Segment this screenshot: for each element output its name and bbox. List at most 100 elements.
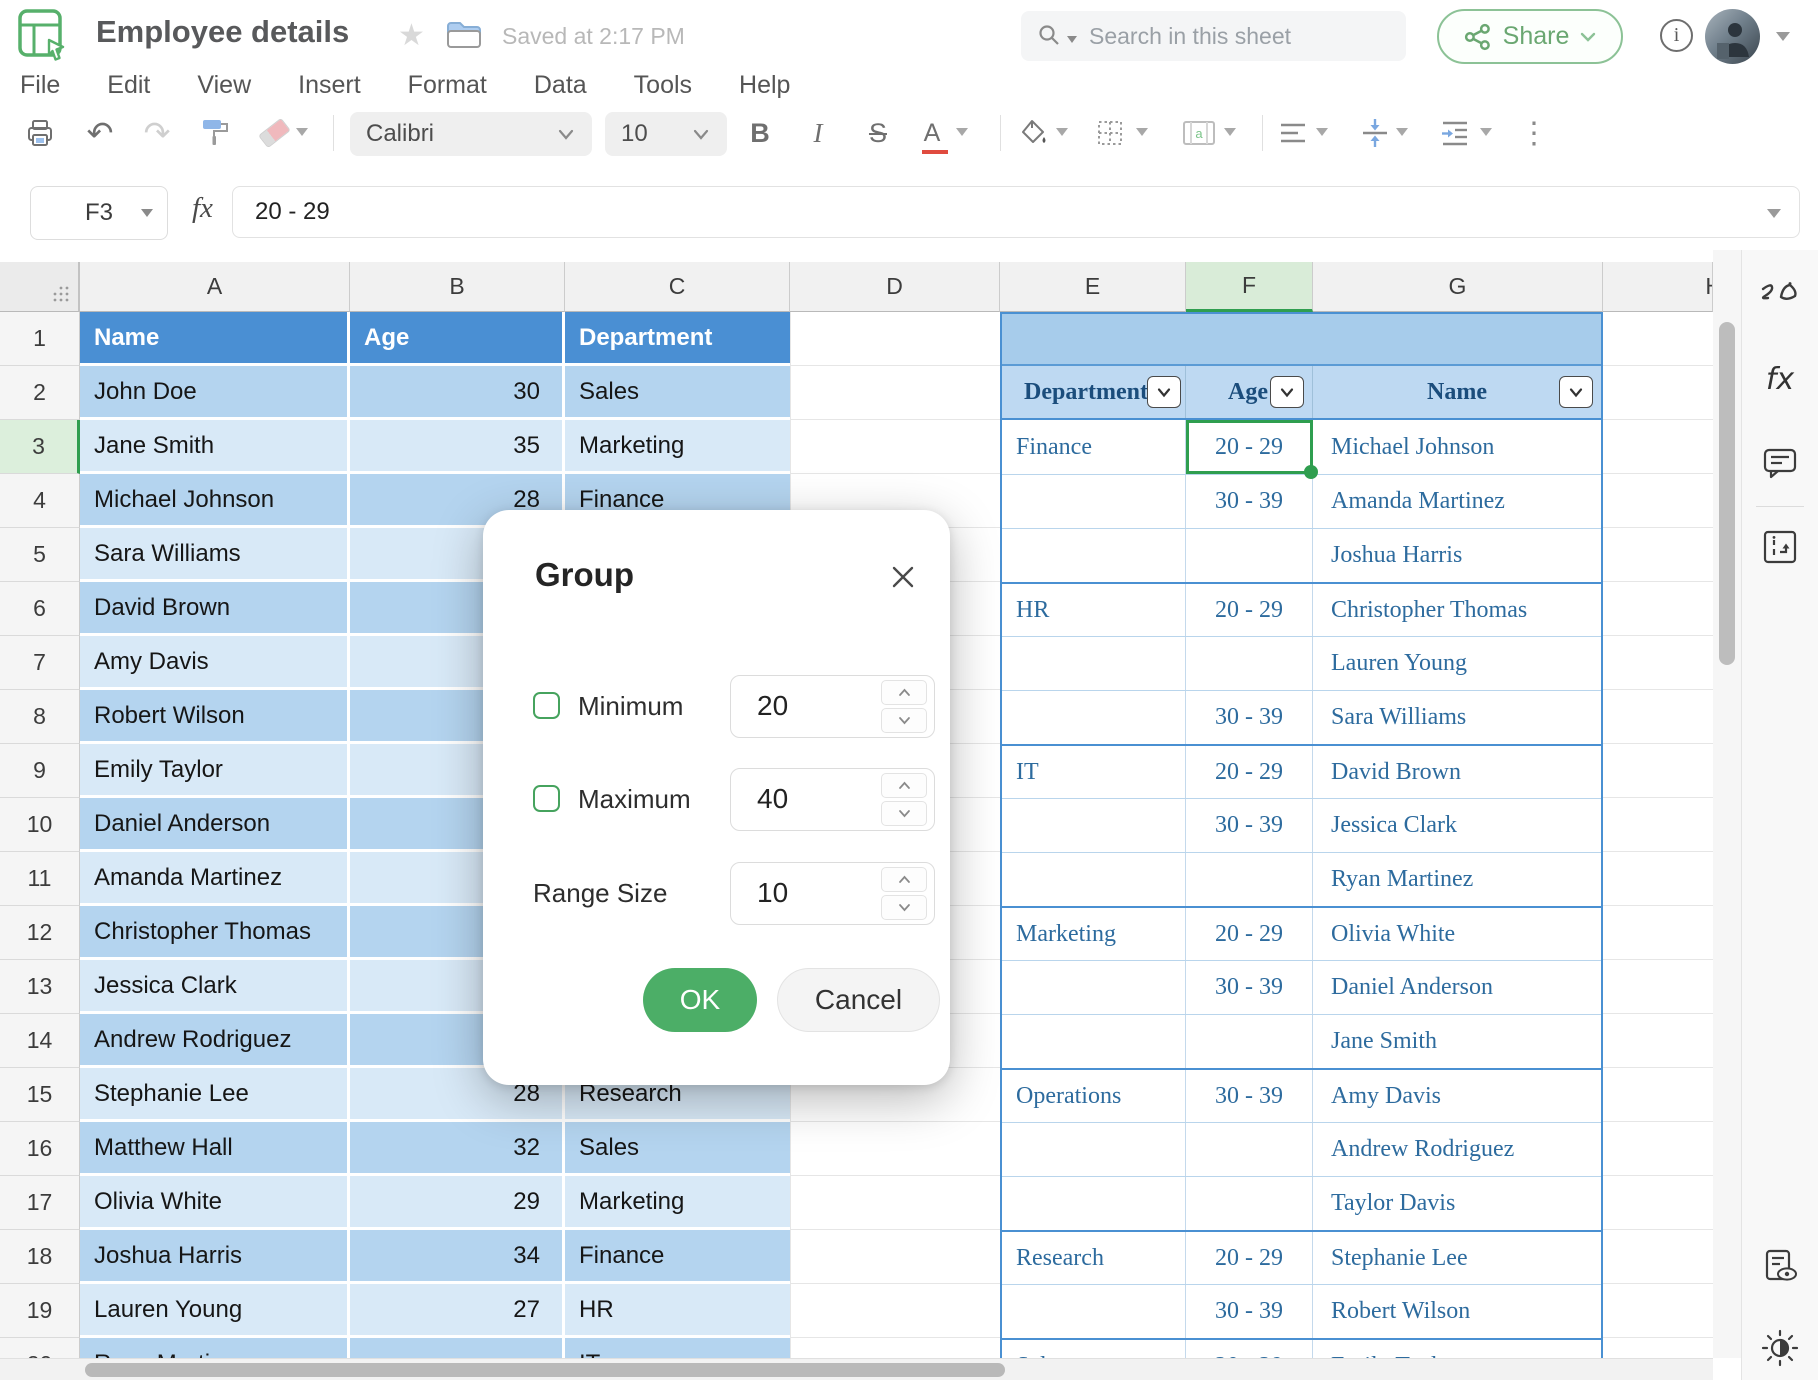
minimum-checkbox[interactable] — [533, 692, 560, 719]
column-header-d[interactable]: D — [790, 262, 1000, 312]
vertical-align-button[interactable] — [1357, 115, 1393, 151]
fill-handle[interactable] — [1304, 465, 1318, 479]
favorite-star-icon[interactable]: ★ — [398, 18, 425, 53]
formula-bar-collapse-icon[interactable] — [1767, 209, 1781, 218]
cell-e11[interactable] — [1002, 853, 1186, 906]
cell-a11[interactable]: Amanda Martinez — [80, 852, 350, 906]
row-header-8[interactable]: 8 — [0, 690, 80, 744]
horizontal-align-button[interactable] — [1275, 115, 1311, 151]
cell-a6[interactable]: David Brown — [80, 582, 350, 636]
account-caret-icon[interactable] — [1776, 32, 1790, 41]
pivot-header-age[interactable]: Age — [1186, 366, 1313, 418]
cell-g20[interactable]: Emily Taylor — [1313, 1340, 1601, 1359]
maximum-input[interactable]: 40 — [730, 768, 935, 831]
cell-e15[interactable]: Operations — [1002, 1070, 1186, 1122]
horizontal-scrollbar[interactable] — [0, 1358, 1713, 1380]
cell-g10[interactable]: Jessica Clark — [1313, 799, 1601, 852]
cell-c17[interactable]: Marketing — [565, 1176, 790, 1230]
vertical-scrollbar-thumb[interactable] — [1719, 322, 1735, 665]
cell-a2[interactable]: John Doe — [80, 366, 350, 420]
cell-e6[interactable]: HR — [1002, 584, 1186, 636]
row-header-11[interactable]: 11 — [0, 852, 80, 906]
comments-panel-button[interactable] — [1762, 446, 1798, 480]
merge-cells-caret-icon[interactable] — [1224, 128, 1236, 136]
borders-button[interactable] — [1092, 115, 1128, 151]
row-header-1[interactable]: 1 — [0, 312, 80, 366]
empty-column-h[interactable] — [1603, 312, 1713, 1358]
cell-a10[interactable]: Daniel Anderson — [80, 798, 350, 852]
user-avatar[interactable] — [1705, 9, 1760, 64]
text-color-button[interactable]: A — [914, 115, 950, 154]
select-all-corner[interactable] — [0, 262, 80, 312]
row-header-2[interactable]: 2 — [0, 366, 80, 420]
search-options-caret-icon[interactable] — [1067, 35, 1077, 43]
cell-g3[interactable]: Michael Johnson — [1313, 420, 1601, 474]
formula-input[interactable]: 20 - 29 — [232, 186, 1800, 238]
font-size-select[interactable]: 10 — [605, 112, 727, 156]
row-header-12[interactable]: 12 — [0, 906, 80, 960]
cell-a16[interactable]: Matthew Hall — [80, 1122, 350, 1176]
cell-g19[interactable]: Robert Wilson — [1313, 1285, 1601, 1338]
row-header-9[interactable]: 9 — [0, 744, 80, 798]
cell-e12[interactable]: Marketing — [1002, 908, 1186, 960]
stepper-down-button[interactable] — [881, 708, 927, 733]
cell-f6[interactable]: 20 - 29 — [1186, 584, 1313, 636]
row-header-19[interactable]: 19 — [0, 1284, 80, 1338]
cell-g5[interactable]: Joshua Harris — [1313, 529, 1601, 582]
pivot-preview-button[interactable] — [1761, 528, 1799, 566]
cell-e8[interactable] — [1002, 691, 1186, 744]
cell-e3[interactable]: Finance — [1002, 420, 1186, 474]
column-header-c[interactable]: C — [565, 262, 790, 312]
ok-button[interactable]: OK — [643, 968, 757, 1032]
cell-a4[interactable]: Michael Johnson — [80, 474, 350, 528]
borders-caret-icon[interactable] — [1136, 128, 1148, 136]
cell-a8[interactable]: Robert Wilson — [80, 690, 350, 744]
stepper-down-button[interactable] — [881, 895, 927, 920]
cell-a15[interactable]: Stephanie Lee — [80, 1068, 350, 1122]
range-size-input[interactable]: 10 — [730, 862, 935, 925]
cell-a17[interactable]: Olivia White — [80, 1176, 350, 1230]
stepper-up-button[interactable] — [881, 680, 927, 705]
toolbar-more-button[interactable]: ⋮ — [1516, 115, 1552, 151]
cell-f19[interactable]: 30 - 39 — [1186, 1285, 1313, 1338]
cell-f12[interactable]: 20 - 29 — [1186, 908, 1313, 960]
cell-e18[interactable]: Research — [1002, 1232, 1186, 1284]
indent-caret-icon[interactable] — [1480, 128, 1492, 136]
redo-button[interactable]: ↷ — [139, 115, 175, 151]
text-color-caret-icon[interactable] — [956, 128, 968, 136]
cell-e16[interactable] — [1002, 1123, 1186, 1176]
cell-f10[interactable]: 30 - 39 — [1186, 799, 1313, 852]
cell-f11[interactable] — [1186, 853, 1313, 906]
sheet-search[interactable] — [1021, 11, 1406, 61]
row-header-20[interactable]: 20 — [0, 1338, 80, 1358]
pivot-title-band[interactable] — [1002, 312, 1601, 366]
horizontal-align-caret-icon[interactable] — [1316, 128, 1328, 136]
name-box-caret-icon[interactable] — [141, 209, 153, 217]
menu-item-edit[interactable]: Edit — [107, 71, 150, 100]
row-header-5[interactable]: 5 — [0, 528, 80, 582]
maximum-checkbox[interactable] — [533, 785, 560, 812]
folder-icon[interactable] — [446, 20, 482, 50]
cell-g11[interactable]: Ryan Martinez — [1313, 853, 1601, 906]
menu-item-help[interactable]: Help — [739, 71, 790, 100]
format-painter-button[interactable] — [197, 115, 233, 151]
cell-a5[interactable]: Sara Williams — [80, 528, 350, 582]
cell-e4[interactable] — [1002, 475, 1186, 528]
minimum-input[interactable]: 20 — [730, 675, 935, 738]
cell-g4[interactable]: Amanda Martinez — [1313, 475, 1601, 528]
column-header-e[interactable]: E — [1000, 262, 1186, 312]
cancel-button[interactable]: Cancel — [777, 968, 940, 1032]
cell-g12[interactable]: Olivia White — [1313, 908, 1601, 960]
cell-c2[interactable]: Sales — [565, 366, 790, 420]
dialog-close-button[interactable] — [888, 562, 918, 592]
cell-f17[interactable] — [1186, 1177, 1313, 1230]
cell-g6[interactable]: Christopher Thomas — [1313, 584, 1601, 636]
cell-g14[interactable]: Jane Smith — [1313, 1015, 1601, 1068]
horizontal-scrollbar-thumb[interactable] — [85, 1363, 1005, 1377]
cell-a20[interactable]: Ryan Martinez — [80, 1338, 350, 1358]
cell-e17[interactable] — [1002, 1177, 1186, 1230]
cell-b16[interactable]: 32 — [350, 1122, 565, 1176]
row-header-15[interactable]: 15 — [0, 1068, 80, 1122]
cell-a9[interactable]: Emily Taylor — [80, 744, 350, 798]
cell-c16[interactable]: Sales — [565, 1122, 790, 1176]
